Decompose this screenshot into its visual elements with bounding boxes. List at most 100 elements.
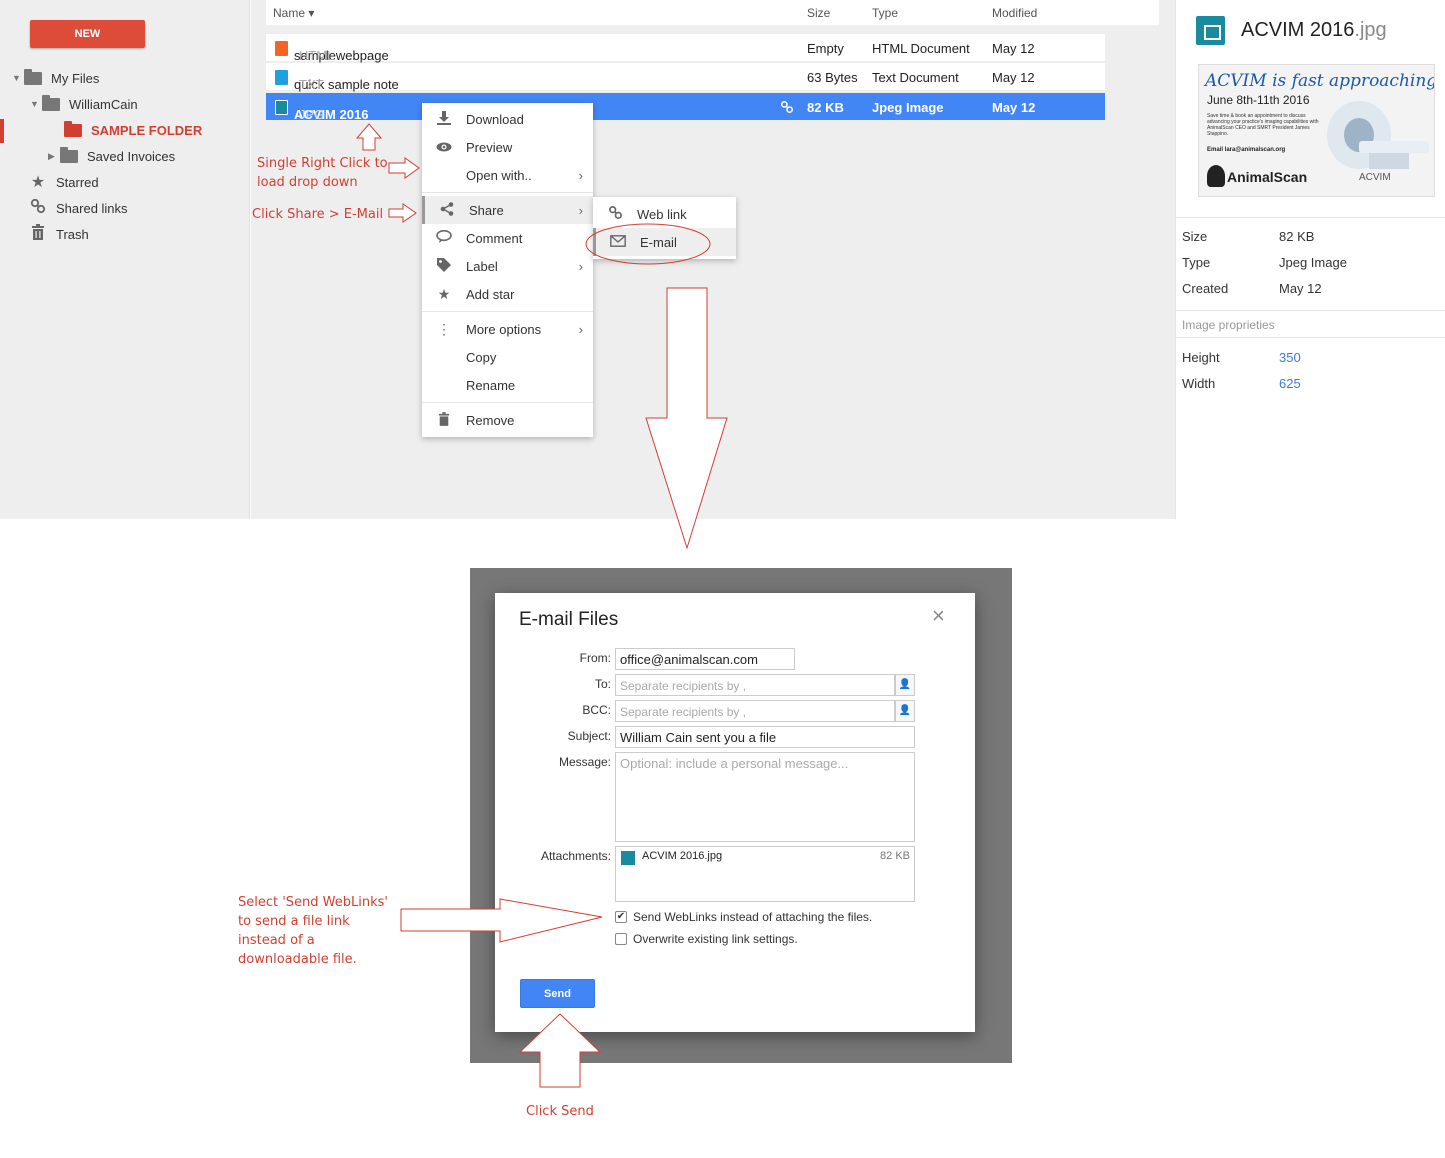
detail-key: Size [1182, 229, 1208, 244]
detail-key: Height [1182, 350, 1220, 365]
preview-dates: June 8th-11th 2016 [1207, 93, 1310, 107]
send-weblinks-checkbox[interactable]: ✔ [615, 911, 627, 923]
tree-item-sample-folder[interactable]: SAMPLE FOLDER [64, 119, 202, 141]
attachments-label: Attachments: [540, 849, 611, 863]
overwrite-links-checkbox[interactable] [615, 933, 627, 945]
menu-item-remove[interactable]: Remove [422, 406, 593, 434]
nav-label: Shared links [56, 200, 128, 216]
nav-starred[interactable]: ★ Starred [29, 171, 99, 193]
annotation-line: downloadable file. [238, 952, 357, 967]
trash-icon [422, 411, 466, 429]
column-name-header[interactable]: Name ▾ [273, 6, 314, 20]
add-contact-icon[interactable]: 👤 [895, 674, 915, 696]
bcc-field[interactable] [615, 700, 895, 722]
share-icon [425, 201, 469, 219]
tree-item-my-files[interactable]: ▼ My Files [12, 67, 99, 89]
caret-down-icon[interactable]: ▼ [12, 73, 24, 83]
file-modified: May 12 [992, 41, 1035, 56]
star-icon: ★ [437, 285, 451, 302]
submenu-item-label: E-mail [640, 234, 677, 250]
file-modified: May 12 [992, 70, 1035, 85]
menu-item-label: Download [466, 111, 524, 127]
menu-item-preview[interactable]: Preview [422, 133, 593, 161]
submenu-item-email[interactable]: E-mail [593, 228, 736, 256]
image-file-icon [275, 100, 288, 115]
detail-value: 82 KB [1279, 229, 1315, 244]
caret-right-icon[interactable]: ▶ [48, 151, 60, 162]
annotation-send: Click Send [526, 1104, 594, 1119]
caret-down-icon[interactable]: ▼ [30, 99, 42, 109]
nav-trash[interactable]: Trash [29, 223, 89, 245]
chevron-right-icon: › [578, 167, 583, 183]
close-icon[interactable]: × [932, 603, 945, 629]
detail-key: Type [1182, 255, 1211, 270]
new-button[interactable]: NEW [30, 20, 145, 48]
subject-label: Subject: [567, 729, 611, 743]
file-size: Empty [807, 41, 844, 56]
link-icon [29, 198, 47, 219]
envelope-icon [596, 234, 640, 250]
detail-row-width: Width 625 [1182, 370, 1442, 396]
image-preview[interactable]: ACVIM is fast approaching! June 8th-11th… [1198, 64, 1435, 197]
annotation-right-click: Single Right Click to load drop down [257, 154, 388, 192]
menu-item-label: More options [466, 321, 542, 337]
nav-shared-links[interactable]: Shared links [29, 197, 128, 219]
menu-divider [422, 402, 593, 403]
file-ext: TXT [299, 77, 324, 92]
trash-icon [29, 223, 47, 245]
to-field[interactable] [615, 674, 895, 696]
tree-item-williamcain[interactable]: ▼ WilliamCain [30, 93, 138, 115]
file-row-quick-sample-note[interactable]: quick sample note TXT 63 Bytes Text Docum… [266, 63, 1105, 92]
email-files-dialog: E-mail Files × From: To: 👤 BCC: 👤 Subjec… [495, 593, 975, 1032]
detail-key: Created [1182, 281, 1229, 296]
image-properties-heading: Image proprieties [1182, 318, 1275, 332]
folder-icon [64, 120, 82, 137]
file-list-pane: Name ▾ Size Type Modified samplewebpage H… [251, 0, 1175, 519]
menu-item-label[interactable]: Label › [422, 252, 593, 280]
subject-field[interactable] [615, 726, 915, 748]
file-ext: JPG [299, 107, 325, 122]
send-button[interactable]: Send [520, 979, 595, 1008]
tree-item-label: SAMPLE FOLDER [91, 122, 203, 138]
file-row-acvim-2016[interactable]: ACVIM 2016 JPG 82 KB Jpeg Image May 12 [266, 93, 1105, 122]
image-file-icon [1196, 16, 1225, 45]
file-row-samplewebpage[interactable]: samplewebpage HTML Empty HTML Document Ma… [266, 34, 1105, 63]
from-field[interactable] [615, 648, 795, 670]
column-modified-header[interactable]: Modified [992, 6, 1037, 20]
divider [1176, 310, 1445, 311]
attachment-name: ACVIM 2016.jpg [642, 850, 723, 862]
menu-item-label: Rename [466, 377, 516, 393]
submenu-item-web-link[interactable]: Web link [593, 200, 736, 228]
folder-icon [24, 68, 42, 85]
column-type-header[interactable]: Type [872, 6, 898, 20]
menu-item-label: Open with.. [466, 167, 532, 183]
menu-item-label: Preview [466, 139, 513, 155]
menu-item-download[interactable]: Download [422, 105, 593, 133]
detail-value: May 12 [1279, 281, 1322, 296]
menu-item-rename[interactable]: Rename [422, 371, 593, 399]
chevron-right-icon: › [578, 202, 583, 218]
add-contact-icon[interactable]: 👤 [895, 700, 915, 722]
send-weblinks-option[interactable]: ✔ Send WebLinks instead of attaching the… [615, 909, 872, 925]
file-size: 82 KB [807, 100, 844, 115]
overwrite-links-option[interactable]: Overwrite existing link settings. [615, 931, 798, 947]
file-type: Text Document [872, 70, 959, 85]
menu-item-more-options[interactable]: ⋮ More options › [422, 315, 593, 343]
menu-item-share[interactable]: Share › [422, 196, 593, 224]
menu-item-comment[interactable]: Comment [422, 224, 593, 252]
menu-item-add-star[interactable]: ★ Add star [422, 280, 593, 308]
annotation-share-email: Click Share > E-Mail [252, 207, 384, 222]
file-type: Jpeg Image [872, 100, 944, 115]
menu-item-open-with[interactable]: Open with.. › [422, 161, 593, 189]
nav-label: Starred [56, 174, 99, 190]
message-field[interactable] [615, 752, 915, 842]
column-size-header[interactable]: Size [807, 6, 830, 20]
menu-item-copy[interactable]: Copy [422, 343, 593, 371]
send-weblinks-label: Send WebLinks instead of attaching the f… [633, 910, 873, 924]
detail-value: 350 [1279, 350, 1301, 365]
menu-divider [422, 311, 593, 312]
tree-item-saved-invoices[interactable]: ▶ Saved Invoices [48, 145, 175, 167]
list-header: Name ▾ Size Type Modified [266, 0, 1159, 25]
details-pane: ACVIM 2016.jpg ACVIM is fast approaching… [1175, 0, 1445, 519]
download-icon [422, 110, 466, 128]
